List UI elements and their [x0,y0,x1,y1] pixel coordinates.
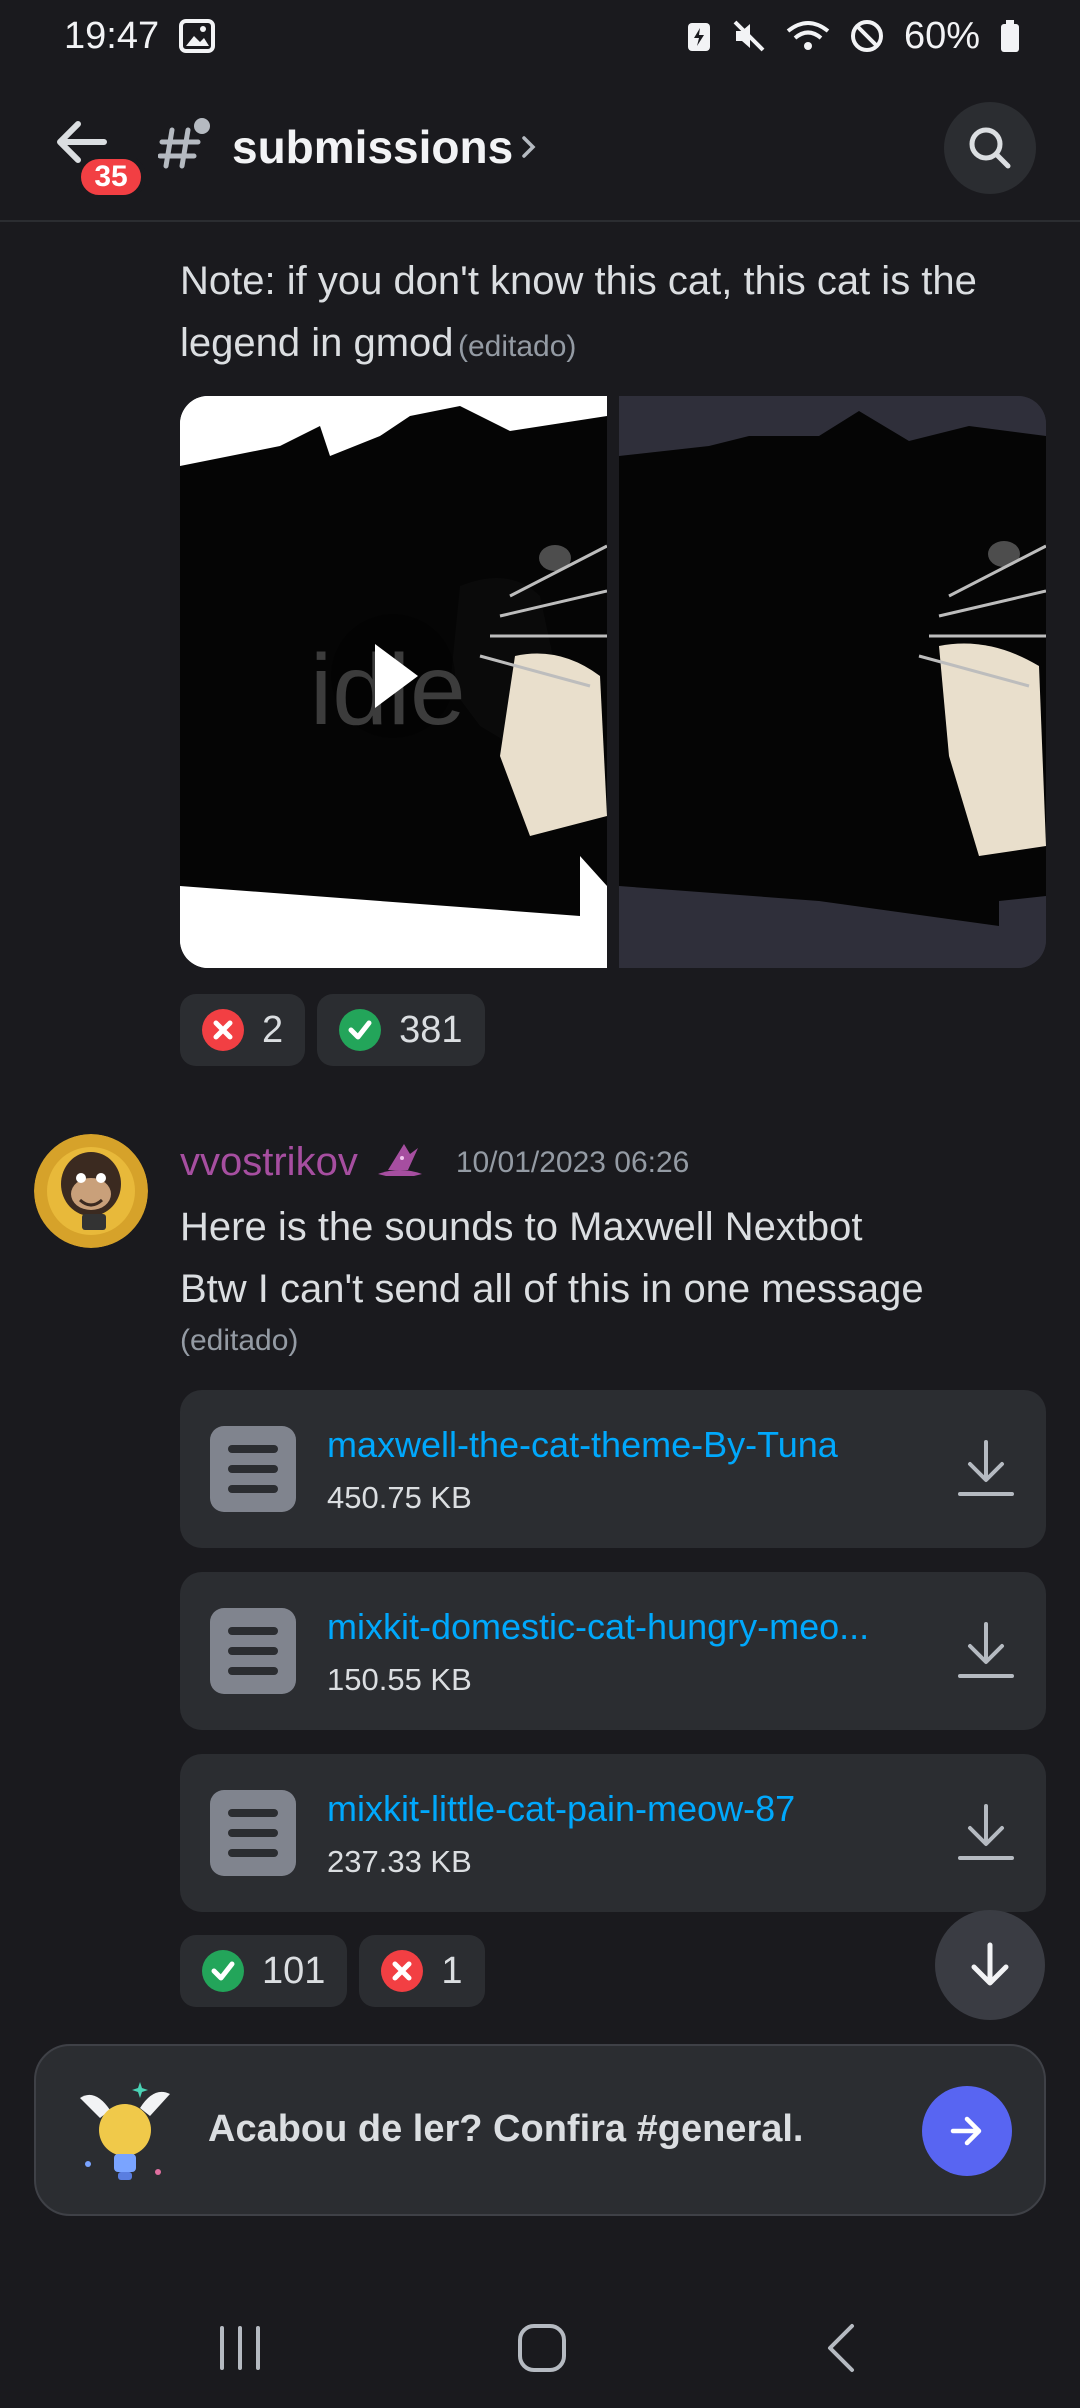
edited-label: (editado) [458,330,577,363]
reaction-check[interactable]: 101 [180,1935,348,2007]
cross-mark-icon [202,1009,244,1051]
cross-mark-icon [381,1950,424,1992]
file-name[interactable]: mixkit-little-cat-pain-meow-87 [327,1788,795,1830]
file-attachment[interactable]: maxwell-the-cat-theme-By-Tuna 450.75 KB [180,1390,1046,1548]
go-to-channel-button[interactable] [922,2086,1012,2176]
reaction-x[interactable]: 1 [359,1935,485,2007]
file-name[interactable]: maxwell-the-cat-theme-By-Tuna [327,1424,838,1466]
search-button[interactable] [944,102,1036,194]
username[interactable]: vvostrikov [180,1140,358,1185]
channel-name[interactable]: submissions [232,120,513,174]
reaction-count: 101 [262,1949,326,1992]
status-time: 19:47 [64,14,160,57]
system-back-button[interactable] [812,2316,876,2380]
cat-video-thumbnail: idle [180,396,607,968]
arrow-right-icon [950,2116,982,2146]
avatar[interactable] [34,1134,148,1248]
file-attachment[interactable]: mixkit-domestic-cat-hungry-meo... 150.55… [180,1572,1046,1730]
file-icon [210,1608,296,1694]
download-icon [958,1804,1014,1860]
battery-percent: 60% [903,14,980,57]
check-mark-icon [202,1950,244,1992]
file-name[interactable]: mixkit-domestic-cat-hungry-meo... [327,1606,869,1648]
recent-apps-button[interactable] [208,2316,272,2380]
video-attachment[interactable]: idle [180,396,607,968]
battery-icon [1000,19,1020,53]
reaction-bar: 101 1 [180,1935,485,2007]
file-size: 237.33 KB [327,1844,472,1879]
file-size: 150.55 KB [327,1662,472,1697]
message-content: Here is the sounds to Maxwell Nextbot Bt… [180,1196,1040,1358]
status-bar: 19:47 60% [0,0,1080,72]
reaction-bar: 2 381 [180,994,485,1066]
battery-saver-icon [686,19,712,53]
media-gallery: idle [180,396,1046,968]
arrow-down-icon [971,1942,1009,1986]
edited-label: (editado) [180,1324,299,1357]
channel-hash-icon [157,116,214,176]
check-mark-icon [339,1009,382,1051]
message-content: Note: if you don't know this cat, this c… [180,250,1040,374]
channel-header: 35 submissions [0,72,1080,222]
wizard-hat-icon [374,1140,426,1185]
download-button[interactable] [954,1800,1018,1866]
unread-badge: 35 [76,154,146,200]
wifi-icon [786,19,830,53]
do-not-disturb-icon [850,19,884,53]
download-icon [958,1440,1014,1496]
gallery-icon [179,18,216,54]
message-line: Here is the sounds to Maxwell Nextbot [180,1205,863,1249]
file-icon [210,1426,296,1512]
recent-apps-icon [220,2326,260,2370]
reaction-x[interactable]: 2 [180,994,306,1066]
prompt-text: Acabou de ler? Confira #general. [208,2108,804,2150]
reaction-count: 1 [441,1949,463,1992]
download-button[interactable] [954,1618,1018,1684]
download-icon [958,1622,1014,1678]
message-text: Note: if you don't know this cat, this c… [180,259,977,365]
reaction-count: 381 [399,1008,463,1051]
timestamp: 10/01/2023 06:26 [455,1145,690,1179]
reaction-check[interactable]: 381 [317,994,485,1066]
next-channel-prompt[interactable]: Acabou de ler? Confira #general. [34,2044,1046,2216]
home-button[interactable] [510,2316,574,2380]
system-navigation-bar [0,2290,1080,2408]
chevron-right-icon[interactable] [518,130,540,164]
file-attachment[interactable]: mixkit-little-cat-pain-meow-87 237.33 KB [180,1754,1046,1912]
mute-icon [732,19,766,53]
reaction-count: 2 [262,1008,284,1051]
download-button[interactable] [954,1436,1018,1502]
cat-image-thumbnail [619,396,1046,968]
image-attachment[interactable] [619,396,1046,968]
file-size: 450.75 KB [327,1480,472,1515]
file-icon [210,1790,296,1876]
chevron-left-icon [828,2324,854,2372]
message-header: vvostrikov 10/01/2023 06:26 [180,1140,689,1185]
winged-lightbulb-icon [70,2068,180,2198]
message-line: Btw I can't send all of this in one mess… [180,1267,924,1311]
home-icon [518,2324,566,2372]
jump-to-present-button[interactable] [935,1910,1045,2020]
search-icon [969,127,1011,169]
